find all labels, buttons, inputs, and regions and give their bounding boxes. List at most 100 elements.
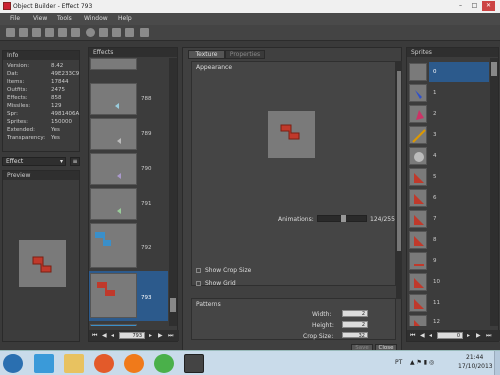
show-grid-checkbox[interactable] — [196, 281, 201, 286]
effect-thumb-787[interactable] — [90, 58, 137, 70]
sprite-thumb[interactable] — [409, 210, 427, 228]
menu-window[interactable]: Window — [84, 15, 108, 22]
language-indicator[interactable]: PT — [395, 359, 402, 366]
close-window-button[interactable]: ✕ — [482, 1, 495, 11]
editor-scroll-thumb[interactable] — [397, 71, 401, 251]
effects-page-input[interactable]: 793 — [119, 332, 145, 339]
folder-icon[interactable] — [64, 354, 84, 373]
sprite-thumb[interactable] — [409, 147, 427, 165]
ie-icon[interactable] — [34, 354, 54, 373]
info-panel: Info Version: 8.42 Dat: 49E233C9 Items: … — [2, 50, 80, 152]
prev-page-icon[interactable]: ◀ — [102, 332, 107, 339]
effects-scroll-thumb[interactable] — [170, 298, 176, 312]
sprites-page-input[interactable]: 0 — [437, 332, 463, 339]
search-icon[interactable] — [86, 28, 95, 37]
firefox-icon[interactable] — [124, 354, 144, 373]
tab-properties[interactable]: Properties — [225, 50, 265, 59]
effect-thumb-794[interactable] — [90, 324, 137, 326]
sprite-thumb[interactable] — [409, 231, 427, 249]
sprites-scrollbar[interactable] — [490, 58, 498, 326]
list-item[interactable] — [90, 188, 137, 220]
info-value-items: 17844 — [51, 79, 69, 85]
grid-icon[interactable] — [99, 28, 108, 37]
chrome-icon[interactable] — [154, 354, 174, 373]
merge-icon[interactable] — [58, 28, 67, 37]
next-icon[interactable]: ▸ — [467, 332, 470, 339]
menu-tools[interactable]: Tools — [57, 15, 72, 22]
sprite-thumb[interactable] — [409, 168, 427, 186]
sprite-thumb[interactable] — [409, 294, 427, 312]
compile-as-icon[interactable] — [45, 28, 54, 37]
list-item[interactable] — [90, 273, 137, 318]
tab-texture[interactable]: Texture — [188, 50, 225, 59]
sprite-thumb[interactable] — [409, 273, 427, 291]
info-label-sprites: Sprites: — [7, 119, 29, 125]
clock-time[interactable]: 21:44 — [466, 354, 483, 361]
compile-icon[interactable] — [32, 28, 41, 37]
animation-slider-thumb[interactable] — [341, 215, 346, 222]
effect-sprite-icon — [32, 256, 52, 273]
sprite-thumb[interactable] — [409, 126, 427, 144]
sprite-thumb[interactable] — [409, 189, 427, 207]
sprite-id: 0 — [433, 69, 437, 75]
show-desktop-button[interactable] — [494, 351, 500, 375]
media-player-icon[interactable] — [94, 354, 114, 373]
clock-date[interactable]: 17/10/2013 — [458, 363, 493, 370]
info-value-sprites: 150000 — [51, 119, 72, 125]
settings-icon[interactable] — [140, 28, 149, 37]
open-icon[interactable] — [19, 28, 28, 37]
info-label-outfits: Outfits: — [7, 87, 28, 93]
list-item[interactable] — [90, 118, 137, 150]
prev-icon[interactable]: ◂ — [429, 332, 432, 339]
sprites-optimizer-icon[interactable] — [125, 28, 134, 37]
animation-slider[interactable] — [317, 215, 367, 222]
first-page-icon[interactable]: ⏮ — [92, 332, 97, 340]
selected-row[interactable] — [429, 62, 489, 82]
menu-file[interactable]: File — [10, 15, 20, 22]
animation-editor-icon[interactable] — [112, 28, 121, 37]
start-button[interactable] — [3, 354, 23, 373]
editor-scrollbar[interactable] — [396, 61, 402, 299]
minimize-button[interactable]: – — [454, 1, 467, 11]
sprites-list[interactable]: 0 1 2 3 4 5 6 7 8 9 10 11 12 — [407, 58, 489, 326]
height-stepper[interactable]: 2 — [342, 321, 368, 328]
menu-help[interactable]: Help — [118, 15, 132, 22]
effects-list[interactable]: 788 789 790 791 792 793 — [89, 58, 168, 326]
tray-icons[interactable]: ▲ ⚑ ▮ ◎ — [410, 359, 434, 366]
prev-icon[interactable]: ◂ — [111, 332, 114, 339]
list-item[interactable] — [90, 83, 137, 115]
category-select-value: Effect — [6, 158, 24, 165]
show-crop-size-checkbox[interactable] — [196, 268, 201, 273]
last-page-icon[interactable]: ⏭ — [168, 332, 173, 340]
crop-size-stepper[interactable]: 32 — [342, 332, 368, 339]
first-page-icon[interactable]: ⏮ — [410, 332, 415, 340]
next-page-icon[interactable]: ▶ — [476, 332, 481, 339]
sprites-scroll-thumb[interactable] — [491, 62, 497, 76]
effect-id: 790 — [141, 166, 152, 172]
sprite-thumb[interactable] — [409, 105, 427, 123]
category-menu-button[interactable]: ≡ — [70, 157, 80, 166]
next-icon[interactable]: ▸ — [149, 332, 152, 339]
info-value-version: 8.42 — [51, 63, 64, 69]
sprite-thumb[interactable] — [409, 63, 427, 81]
next-page-icon[interactable]: ▶ — [158, 332, 163, 339]
effects-scrollbar[interactable] — [169, 58, 177, 326]
list-item[interactable] — [90, 153, 137, 185]
prev-page-icon[interactable]: ◀ — [420, 332, 425, 339]
maximize-button[interactable]: □ — [468, 1, 481, 11]
last-page-icon[interactable]: ⏭ — [486, 332, 491, 340]
sprite-thumb[interactable] — [409, 84, 427, 102]
sprite-thumb[interactable] — [409, 315, 427, 326]
import-icon[interactable] — [71, 28, 80, 37]
sprite-thumb[interactable] — [409, 252, 427, 270]
new-icon[interactable] — [6, 28, 15, 37]
object-builder-task-icon[interactable] — [184, 354, 204, 373]
animations-label: Animations: — [278, 216, 314, 223]
effect-id: 792 — [141, 245, 152, 251]
list-item[interactable] — [90, 223, 137, 268]
category-select[interactable]: Effect ▾ — [2, 157, 66, 166]
width-stepper[interactable]: 2 — [342, 310, 368, 317]
menu-view[interactable]: View — [33, 15, 47, 22]
sprite-id: 9 — [433, 258, 437, 264]
info-label-extended: Extended: — [7, 127, 35, 133]
